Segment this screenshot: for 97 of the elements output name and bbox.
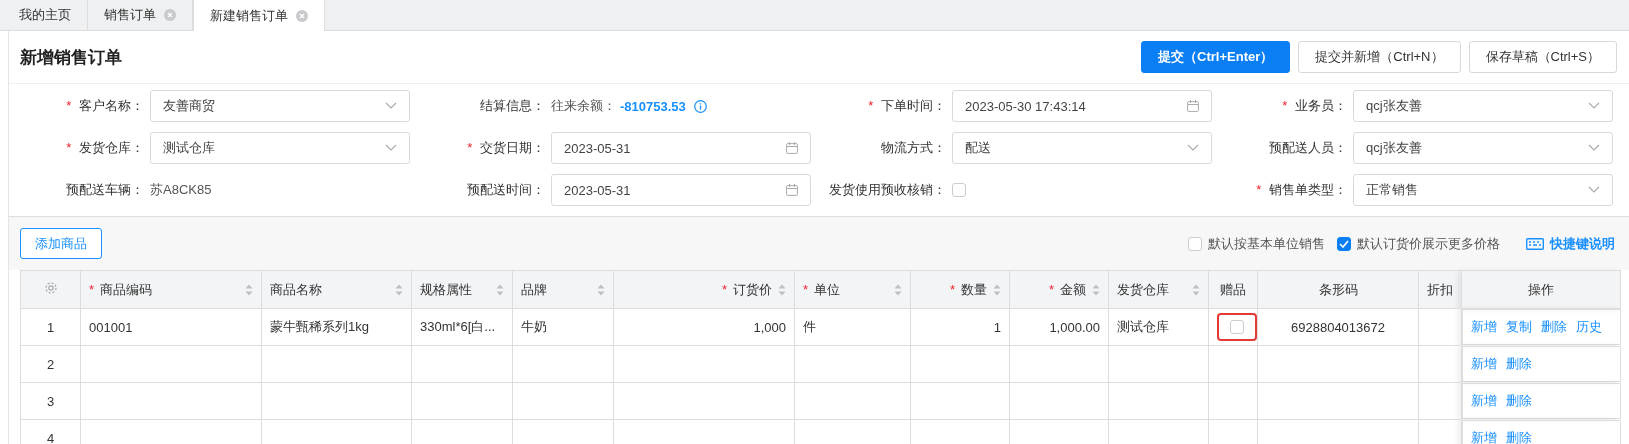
calendar-icon xyxy=(1187,100,1199,112)
required-mark: * xyxy=(721,282,727,297)
calendar-icon xyxy=(786,184,798,196)
tab[interactable]: 新建销售订单 xyxy=(193,0,325,31)
required-mark: * xyxy=(89,282,95,297)
field-label: 下单时间： xyxy=(881,98,946,113)
chevron-down-icon xyxy=(1588,102,1600,110)
table-cell: 1,000.00 xyxy=(1049,319,1100,335)
field-label: 发货使用预收核销： xyxy=(829,182,946,197)
column-header: 商品编码 xyxy=(100,280,153,299)
field-label: 预配送时间： xyxy=(467,182,545,197)
field-label: 客户名称： xyxy=(79,98,144,113)
column-header: 金额 xyxy=(1060,280,1086,299)
required-mark: * xyxy=(949,282,955,297)
table-cell: 牛奶 xyxy=(521,319,547,334)
sort-icon[interactable] xyxy=(245,283,253,296)
sort-icon[interactable] xyxy=(778,283,786,296)
chevron-down-icon xyxy=(1588,186,1600,194)
row-number: 4 xyxy=(46,430,55,444)
field-label: 预配送人员： xyxy=(1269,140,1347,155)
select-field[interactable]: 正常销售 xyxy=(1353,174,1613,206)
select-field[interactable]: 配送 xyxy=(952,132,1212,164)
sort-icon[interactable] xyxy=(993,283,1001,296)
required-mark: * xyxy=(467,140,473,155)
balance-amount: -810753.53 xyxy=(620,98,686,114)
column-header: 发货仓库 xyxy=(1117,280,1169,299)
sort-icon[interactable] xyxy=(894,283,902,296)
column-header: 操作 xyxy=(1528,280,1554,299)
date-field[interactable]: 2023-05-31 xyxy=(551,132,811,164)
field-label: 业务员： xyxy=(1295,98,1347,113)
field-value: 苏A8CK85 xyxy=(150,181,212,199)
date-field[interactable]: 2023-05-31 xyxy=(551,174,811,206)
required-mark: * xyxy=(1256,182,1262,197)
select-field[interactable]: qcj张友善 xyxy=(1353,90,1613,122)
settings-icon[interactable] xyxy=(43,281,58,295)
table-cell: 件 xyxy=(803,319,816,334)
select-field[interactable]: 友善商贸 xyxy=(150,90,410,122)
action-button[interactable]: 提交（Ctrl+Enter） xyxy=(1141,41,1291,73)
balance-label: 往来余额： xyxy=(551,97,616,115)
checkbox-label: 默认按基本单位销售 xyxy=(1208,234,1325,253)
select-field[interactable]: qcj张友善 xyxy=(1353,132,1613,164)
sort-icon[interactable] xyxy=(395,283,403,296)
action-button[interactable]: 保存草稿（Ctrl+S） xyxy=(1468,41,1617,73)
field-label: 预配送车辆： xyxy=(66,182,144,197)
checkbox-label: 默认订货价展示更多价格 xyxy=(1357,234,1500,253)
chevron-down-icon xyxy=(385,102,397,110)
row-number: 1 xyxy=(46,319,55,335)
column-header: 折扣 xyxy=(1427,280,1453,299)
info-icon[interactable] xyxy=(693,99,707,113)
required-mark: * xyxy=(868,98,874,113)
column-header: 商品名称 xyxy=(270,280,322,299)
table-cell: 330ml*6[白... xyxy=(420,319,496,334)
keyboard-icon xyxy=(1526,237,1544,250)
gift-checkbox[interactable] xyxy=(1230,320,1244,334)
row-number: 2 xyxy=(46,356,55,372)
required-mark: * xyxy=(1048,282,1054,297)
column-header: 数量 xyxy=(961,280,987,299)
field-label: 交货日期： xyxy=(480,140,545,155)
chevron-down-icon xyxy=(385,144,397,152)
select-field[interactable]: 测试仓库 xyxy=(150,132,410,164)
table-cell: 测试仓库 xyxy=(1117,319,1169,334)
chevron-down-icon xyxy=(1187,144,1199,152)
column-header: 规格属性 xyxy=(420,280,472,299)
checkbox[interactable] xyxy=(1337,236,1351,251)
column-header: 单位 xyxy=(814,280,841,299)
sort-icon[interactable] xyxy=(597,283,605,296)
table-cell: 6928804013672 xyxy=(1291,319,1385,335)
field-label: 物流方式： xyxy=(881,140,946,155)
action-button[interactable]: 提交并新增（Ctrl+N） xyxy=(1298,41,1461,73)
close-icon[interactable] xyxy=(164,9,176,21)
tab[interactable]: 我的主页 xyxy=(3,0,88,30)
field-label: 结算信息： xyxy=(480,98,545,113)
table-cell: 1,000 xyxy=(753,319,786,335)
close-icon[interactable] xyxy=(296,9,308,22)
sort-icon[interactable] xyxy=(1092,283,1100,296)
row-number: 3 xyxy=(46,393,55,409)
chevron-down-icon xyxy=(1588,144,1600,152)
page-title: 新增销售订单 xyxy=(20,46,122,69)
table-cell: 蒙牛甄稀系列1kg xyxy=(270,319,369,334)
checkbox[interactable] xyxy=(952,183,966,197)
column-header: 赠品 xyxy=(1220,280,1246,299)
required-mark: * xyxy=(66,140,72,155)
sort-icon[interactable] xyxy=(496,283,504,296)
column-header: 品牌 xyxy=(521,280,547,299)
column-header: 订货价 xyxy=(733,280,772,299)
required-mark: * xyxy=(1282,98,1288,113)
required-mark: * xyxy=(803,282,809,297)
table-cell: 001001 xyxy=(89,319,133,335)
checkbox[interactable] xyxy=(1188,236,1202,251)
field-label: 销售单类型： xyxy=(1269,182,1347,197)
field-label: 发货仓库： xyxy=(79,140,144,155)
date-field[interactable]: 2023-05-30 17:43:14 xyxy=(952,90,1212,122)
table-cell: 1 xyxy=(993,319,1001,335)
required-mark: * xyxy=(66,98,72,113)
column-header: 条形码 xyxy=(1318,280,1358,299)
sort-icon[interactable] xyxy=(1192,283,1200,296)
calendar-icon xyxy=(786,142,798,154)
